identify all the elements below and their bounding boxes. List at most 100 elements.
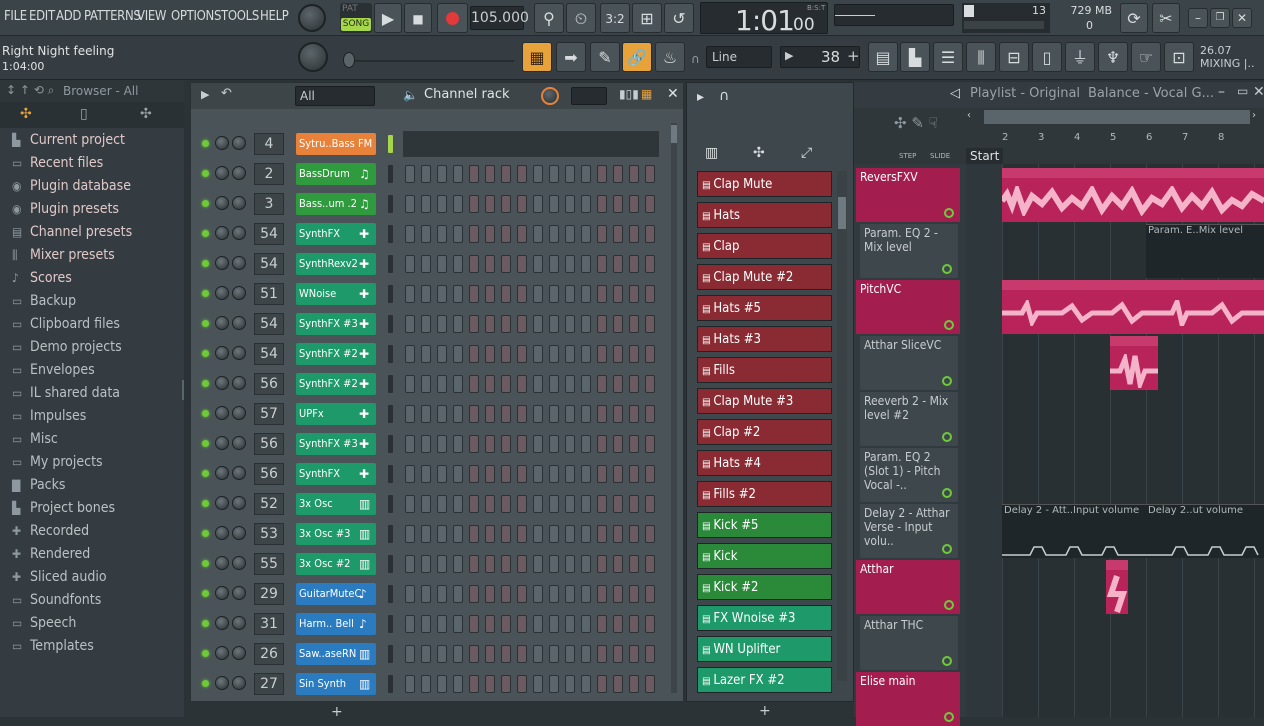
step-button[interactable] [453, 255, 463, 273]
channel-select-indicator[interactable] [388, 615, 393, 633]
step-button[interactable] [517, 495, 527, 513]
step-button[interactable] [405, 435, 415, 453]
menu-patterns[interactable]: PATTERNS [84, 9, 141, 24]
help-hand-icon[interactable]: ☞ [1131, 42, 1161, 72]
step-button[interactable] [501, 435, 511, 453]
channel-mixer-track[interactable]: 52 [254, 493, 284, 515]
step-button[interactable] [501, 555, 511, 573]
pattern-item[interactable]: ▤ Kick [697, 543, 832, 569]
step-button[interactable] [453, 585, 463, 603]
rack-scroll-box[interactable] [571, 87, 607, 105]
clip-param-eq[interactable]: Param. E..Mix level [1146, 224, 1264, 278]
mini-piano-roll[interactable] [403, 131, 659, 157]
channel-select-indicator[interactable] [388, 585, 393, 603]
draw-icon[interactable]: ✎ [590, 42, 620, 72]
step-button[interactable] [533, 255, 543, 273]
step-button[interactable] [437, 555, 447, 573]
step-button[interactable] [629, 255, 639, 273]
step-button[interactable] [613, 315, 623, 333]
track-mute-led[interactable] [944, 600, 954, 610]
browser-all-tab-icon[interactable]: ✣ [20, 106, 32, 122]
step-button[interactable] [549, 195, 559, 213]
channel-volume-knob[interactable] [232, 376, 246, 390]
step-button[interactable] [517, 375, 527, 393]
snap-select[interactable]: Line [706, 46, 772, 68]
step-button[interactable] [517, 645, 527, 663]
clip-slicevc[interactable]: SliceVC [1110, 336, 1158, 390]
step-button[interactable] [581, 525, 591, 543]
step-button[interactable] [421, 285, 431, 303]
channel-pan-knob[interactable] [215, 646, 229, 660]
step-button[interactable] [645, 495, 655, 513]
channel-row[interactable]: 55 3x Osc #2 ▥ [191, 549, 685, 579]
step-button[interactable] [453, 375, 463, 393]
step-button[interactable] [453, 645, 463, 663]
channel-mute-led[interactable] [202, 230, 209, 237]
master-volume-knob[interactable] [298, 4, 326, 32]
step-button[interactable] [437, 285, 447, 303]
undo-history-icon[interactable]: ⟳ [1120, 3, 1148, 33]
step-button[interactable] [645, 615, 655, 633]
step-button[interactable] [629, 285, 639, 303]
step-button[interactable] [581, 435, 591, 453]
channel-row[interactable]: 56 SynthFX #3 ✚ [191, 429, 685, 459]
step-button[interactable] [405, 255, 415, 273]
channel-volume-knob[interactable] [232, 676, 246, 690]
browser-plugins-tab-icon[interactable]: ✣ [140, 106, 152, 122]
step-button[interactable] [517, 255, 527, 273]
step-button[interactable] [629, 525, 639, 543]
step-button[interactable] [597, 495, 607, 513]
add-channel-icon[interactable]: + [331, 704, 343, 720]
rack-close-icon[interactable]: ✕ [667, 86, 679, 102]
track-header[interactable]: Atthar THC [860, 616, 958, 670]
step-button[interactable] [469, 435, 479, 453]
step-button[interactable] [501, 615, 511, 633]
step-button[interactable] [453, 615, 463, 633]
channel-select-indicator[interactable] [388, 645, 393, 663]
step-button[interactable] [533, 315, 543, 333]
position-slider-handle[interactable] [343, 52, 355, 68]
step-button[interactable] [485, 525, 495, 543]
step-button[interactable] [485, 315, 495, 333]
channel-mixer-track[interactable]: 56 [254, 463, 284, 485]
channel-mute-led[interactable] [202, 380, 209, 387]
menu-file[interactable]: FILE [4, 9, 27, 24]
step-button[interactable] [501, 225, 511, 243]
channel-volume-knob[interactable] [232, 136, 246, 150]
step-button[interactable] [549, 375, 559, 393]
step-button[interactable] [533, 495, 543, 513]
channel-row[interactable]: 27 Sin Synth ▥ [191, 669, 685, 699]
channel-rack-icon[interactable]: ☰ [933, 42, 963, 72]
stop-icon[interactable]: ■ [404, 3, 432, 33]
step-button[interactable] [645, 435, 655, 453]
track-header[interactable]: Reeverb 2 - Mix level #2 [860, 392, 958, 446]
playlist-overview[interactable] [984, 110, 1250, 124]
step-button[interactable] [645, 525, 655, 543]
step-button[interactable] [517, 675, 527, 693]
channel-row[interactable]: 56 SynthFX #2 ✚ [191, 369, 685, 399]
clip-reversfxv[interactable]: ReversFXV [1002, 168, 1264, 222]
step-button[interactable] [565, 645, 575, 663]
overview-right-icon[interactable]: › [1252, 110, 1256, 121]
step-button[interactable] [405, 315, 415, 333]
step-button[interactable] [469, 465, 479, 483]
step-button[interactable] [437, 225, 447, 243]
step-button[interactable] [421, 405, 431, 423]
step-button[interactable] [421, 195, 431, 213]
step-edit-icon[interactable]: ⊞ [632, 3, 662, 33]
channel-mute-led[interactable] [202, 590, 209, 597]
step-button[interactable] [501, 165, 511, 183]
step-button[interactable] [405, 375, 415, 393]
step-button[interactable] [485, 465, 495, 483]
step-button[interactable] [581, 675, 591, 693]
metronome-icon[interactable]: ⚲ [534, 3, 564, 33]
step-button[interactable] [533, 585, 543, 603]
step-button[interactable] [517, 555, 527, 573]
step-button[interactable] [453, 495, 463, 513]
channel-select-indicator[interactable] [388, 225, 393, 243]
browser-item[interactable]: ▭ Misc [12, 431, 58, 453]
step-view-icon[interactable]: ▦ [641, 87, 652, 101]
pattern-menu-icon[interactable]: ▸ [697, 89, 704, 105]
maximize-icon[interactable]: ❐ [1210, 8, 1230, 28]
step-button[interactable] [597, 675, 607, 693]
